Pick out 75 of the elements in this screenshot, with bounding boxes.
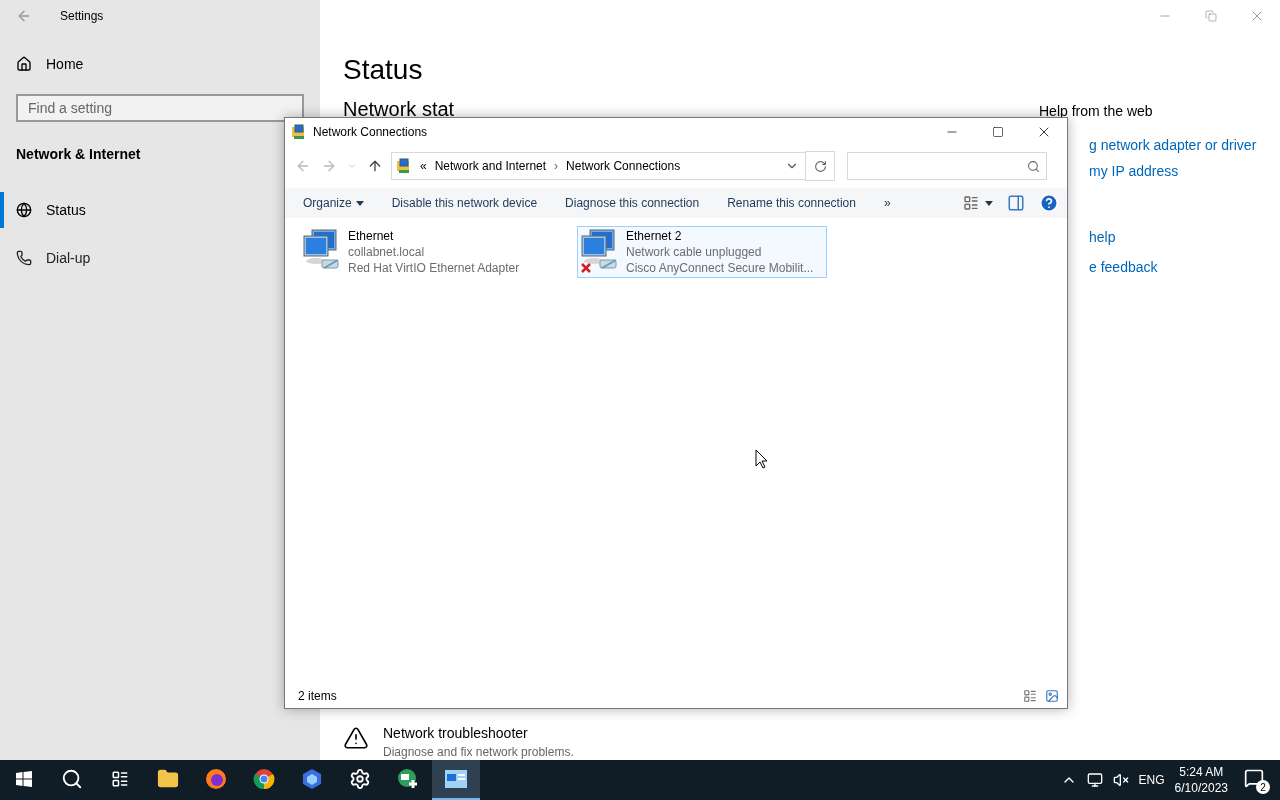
- troubleshooter-title[interactable]: Network troubleshooter: [383, 725, 574, 741]
- search-field[interactable]: Find a setting: [16, 94, 304, 122]
- task-view-icon: [111, 770, 129, 788]
- breadcrumb-separator[interactable]: ›: [554, 159, 559, 173]
- command-button[interactable]: Diagnose this connection: [555, 190, 710, 216]
- phone-icon: [16, 250, 32, 266]
- windows-logo: [16, 771, 32, 787]
- breadcrumb-item[interactable]: Network and Internet: [434, 159, 547, 173]
- caret-icon: [355, 200, 364, 206]
- adapter-name: Red Hat VirtIO Ethernet Adapter: [348, 260, 520, 276]
- network-window-icon: [445, 770, 467, 788]
- help-title: Help from the web: [1039, 103, 1154, 119]
- command-button[interactable]: »: [873, 190, 901, 216]
- search-icon: [61, 768, 83, 790]
- connection-item[interactable]: Ethernet collabnet.local Red Hat VirtIO Ethernet Adapter: [299, 226, 549, 278]
- help-link[interactable]: my IP address: [1089, 163, 1179, 179]
- help-link[interactable]: e feedback: [1089, 259, 1158, 275]
- home-link[interactable]: Home: [0, 32, 320, 72]
- command-button[interactable]: Organize: [293, 190, 374, 216]
- globe-plus-icon: [397, 768, 419, 790]
- preview-pane-icon[interactable]: [1007, 194, 1025, 212]
- restore-icon: [1205, 10, 1217, 22]
- connection-status: Network cable unplugged: [626, 244, 763, 260]
- forward-icon: [321, 158, 337, 174]
- connection-item[interactable]: Ethernet 2 Network cable unplugged Cisco AnyConnect Secure Mobilit...: [577, 226, 827, 278]
- window-title: Settings: [60, 9, 104, 23]
- volume-muted-icon[interactable]: [1112, 772, 1129, 788]
- browser-icon: [253, 768, 275, 790]
- warning-icon: [343, 725, 369, 751]
- back-icon: [295, 158, 311, 174]
- details-view-icon[interactable]: [1023, 689, 1037, 703]
- taskbar-app[interactable]: [432, 760, 480, 800]
- network-folder-icon: [291, 124, 307, 140]
- status-text: 2 items: [298, 689, 337, 703]
- settings-icon: [349, 768, 371, 790]
- cursor-icon: [755, 449, 769, 469]
- adapter-name: Cisco AnyConnect Secure Mobilit...: [626, 260, 814, 276]
- browser-icon: [205, 768, 227, 790]
- maximize-icon: [992, 126, 1004, 138]
- search-icon: [1027, 159, 1040, 173]
- help-link[interactable]: g network adapter or driver: [1089, 137, 1257, 153]
- refresh-button[interactable]: [805, 151, 835, 181]
- command-button[interactable]: Rename this connection: [717, 190, 866, 216]
- notification-count: 2: [1256, 780, 1270, 794]
- help-icon[interactable]: [1039, 193, 1059, 213]
- hexagon-icon: [301, 768, 323, 790]
- folder-icon: [157, 768, 179, 790]
- nav-item[interactable]: Dial-up: [0, 240, 99, 276]
- home-icon: [16, 56, 32, 72]
- command-button[interactable]: Disable this network device: [381, 190, 548, 216]
- window-title: Network Connections: [313, 125, 428, 139]
- globe-icon: [16, 202, 32, 218]
- notifications-button[interactable]: 2: [1242, 766, 1270, 794]
- view-icon: [963, 195, 979, 211]
- connection-name: Ethernet 2: [626, 228, 683, 244]
- section-heading: Network stat: [343, 98, 456, 121]
- search-field[interactable]: [847, 152, 1047, 180]
- breadcrumb-overflow[interactable]: «: [420, 159, 427, 173]
- language-indicator[interactable]: ENG: [1138, 773, 1165, 787]
- troubleshooter-description: Diagnose and fix network problems.: [383, 745, 574, 759]
- address-bar[interactable]: « Network and Internet › Network Connections: [391, 152, 806, 180]
- connection-status: collabnet.local: [348, 244, 426, 260]
- view-options-button[interactable]: [963, 195, 993, 211]
- caret-icon: [985, 200, 993, 206]
- refresh-icon: [813, 159, 827, 173]
- page-title: Status: [343, 54, 424, 86]
- chevron-down-icon: [347, 161, 357, 171]
- breadcrumb-item[interactable]: Network Connections: [566, 159, 681, 173]
- network-icon[interactable]: [1086, 772, 1103, 788]
- large-icons-view-icon[interactable]: [1045, 689, 1059, 703]
- clock[interactable]: 5:24 AM 6/10/2023: [1174, 764, 1228, 796]
- connection-name: Ethernet: [348, 228, 395, 244]
- network-folder-icon: [396, 158, 412, 174]
- section-title: Network & Internet: [16, 146, 141, 162]
- help-link[interactable]: help: [1089, 229, 1116, 245]
